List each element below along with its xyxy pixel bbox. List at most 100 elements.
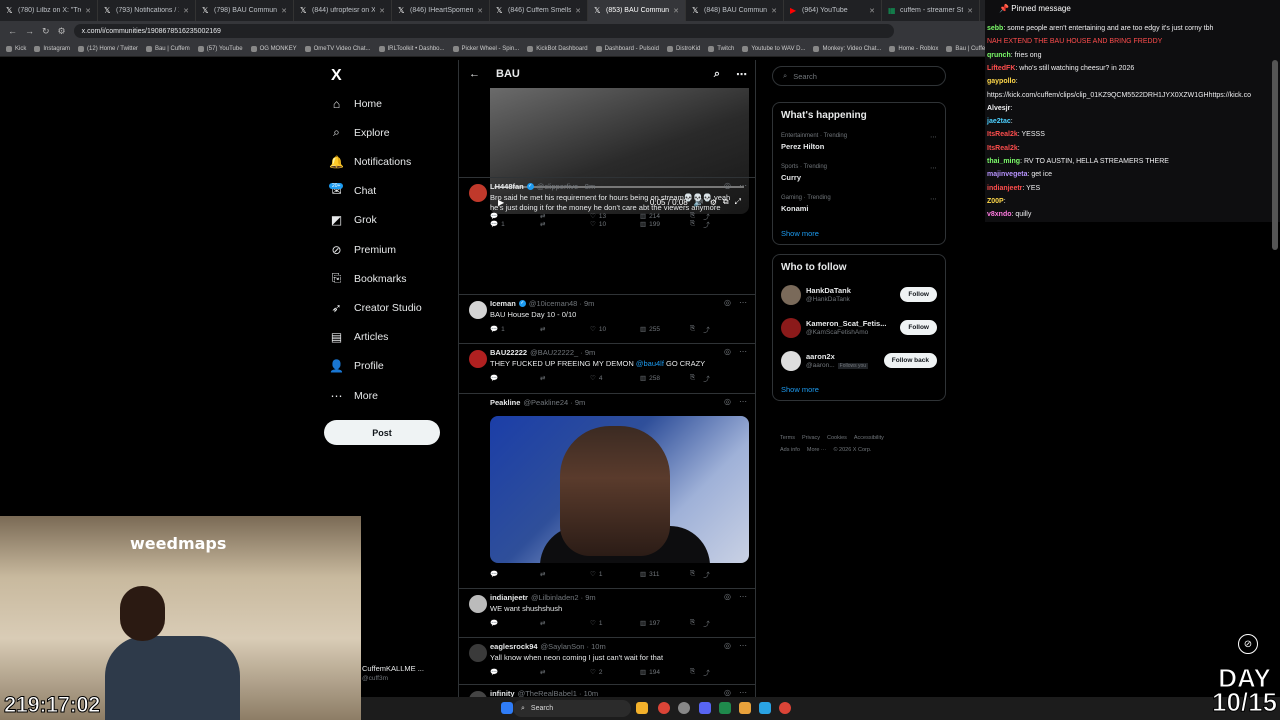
more-options-icon[interactable]: ⋯: [739, 592, 747, 601]
share-button[interactable]: ⤴: [703, 211, 710, 221]
x-logo[interactable]: X: [331, 67, 342, 85]
repost-button[interactable]: ⇄: [540, 619, 590, 627]
post-button[interactable]: Post: [324, 420, 440, 445]
author-name[interactable]: indianjeetr: [490, 593, 528, 602]
bookmark-item[interactable]: (12) Home / Twitter: [78, 45, 138, 52]
sidebar-item-profile[interactable]: 👤 Profile: [329, 359, 384, 373]
author-name[interactable]: eaglesrock94: [490, 642, 538, 651]
trend-more-icon[interactable]: ⋯: [930, 164, 937, 172]
close-tab-icon[interactable]: ✕: [379, 7, 385, 15]
follow-name[interactable]: HankDaTank: [806, 286, 851, 295]
more-options-icon[interactable]: ⋯: [739, 298, 747, 307]
trend-name[interactable]: Perez Hilton: [781, 142, 824, 151]
avatar[interactable]: [469, 350, 487, 368]
reply-button[interactable]: 💬: [490, 619, 540, 627]
sidebar-item-articles[interactable]: ▤ Articles: [330, 330, 389, 344]
close-tab-icon[interactable]: ✕: [477, 7, 483, 15]
avatar[interactable]: [781, 318, 801, 338]
grok-icon[interactable]: ◎: [724, 592, 731, 601]
tweet[interactable]: LH448fan ✓ @clipperfive · 8m ◎ ⋯ Bro said he …: [459, 177, 755, 294]
grok-icon[interactable]: ◎: [724, 298, 731, 307]
share-button[interactable]: ⤴: [703, 324, 710, 334]
chat-username[interactable]: ItsReal2k: [987, 131, 1018, 138]
bookmark-item[interactable]: KickBot Dashboard: [527, 45, 588, 52]
close-tab-icon[interactable]: ✕: [673, 7, 679, 15]
more-options-icon[interactable]: ⋯: [739, 397, 747, 406]
url-input[interactable]: x.com/i/communities/1908678516235002169: [73, 24, 894, 38]
mention-link[interactable]: @bau4lf: [636, 359, 664, 368]
grok-icon[interactable]: ◎: [724, 347, 731, 356]
trend-more-icon[interactable]: ⋯: [930, 133, 937, 141]
chrome-icon-2[interactable]: [779, 702, 791, 714]
views-button[interactable]: ▥ 258: [640, 374, 690, 383]
browser-tab[interactable]: ▶ (964) YouTube ✕: [784, 0, 882, 21]
chat-username[interactable]: gaypollo: [987, 78, 1016, 85]
browser-tab[interactable]: 𝕏 (798) BAU Community ✕: [196, 0, 294, 21]
folder-icon[interactable]: [739, 702, 751, 714]
chat-username[interactable]: LiftedFK: [987, 65, 1015, 72]
avatar[interactable]: [469, 595, 487, 613]
account-name[interactable]: CuffemKALLME ...: [362, 664, 424, 673]
like-button[interactable]: ♡ 10: [590, 325, 640, 334]
grok-icon[interactable]: ◎: [724, 397, 731, 406]
avatar[interactable]: [781, 351, 801, 371]
follow-button[interactable]: Follow: [900, 320, 937, 335]
views-button[interactable]: ▥ 214: [640, 212, 690, 221]
footer-link[interactable]: Cookies: [827, 435, 847, 441]
bookmark-button[interactable]: ⎘: [690, 374, 695, 382]
obs-icon[interactable]: [678, 702, 690, 714]
more-options-icon[interactable]: ⋯: [739, 181, 747, 190]
bookmark-item[interactable]: Bau | Cuffem: [145, 45, 190, 52]
repost-button[interactable]: ⇄: [540, 212, 590, 220]
follow-name[interactable]: aaron2x: [806, 352, 835, 361]
trend-name[interactable]: Curry: [781, 173, 801, 182]
reload-icon[interactable]: ↻: [42, 26, 50, 37]
bookmark-button[interactable]: ⎘: [690, 570, 695, 578]
bookmark-item[interactable]: Picker Wheel - Spin...: [452, 45, 519, 52]
sidebar-item-creator-studio[interactable]: ➶ Creator Studio: [330, 301, 421, 315]
footer-link[interactable]: Terms: [780, 435, 795, 441]
like-button[interactable]: ♡ 2: [590, 668, 640, 677]
avatar[interactable]: [469, 184, 487, 202]
browser-tab[interactable]: 𝕏 (846) Cuffem Smells Lil✕: [490, 0, 588, 21]
footer-link[interactable]: © 2026 X Corp.: [833, 447, 871, 453]
bookmark-item[interactable]: Home - Roblox: [889, 45, 938, 52]
bookmark-item[interactable]: Kick: [6, 45, 26, 52]
footer-link[interactable]: More ···: [807, 447, 827, 453]
chat-username[interactable]: thai_ming: [987, 158, 1020, 165]
follow-button[interactable]: Follow back: [883, 353, 937, 368]
bookmark-item[interactable]: Youtube to WAV D...: [742, 45, 805, 52]
share-button[interactable]: ⤴: [703, 373, 710, 383]
follow-button[interactable]: Follow: [900, 287, 937, 302]
repost-button[interactable]: ⇄: [540, 668, 590, 676]
back-icon[interactable]: ←: [8, 26, 17, 36]
bookmark-item[interactable]: Instagram: [34, 45, 70, 52]
tweet[interactable]: indianjeetr @Lilbinladen2 · 9m ◎ ⋯ WE want s…: [459, 588, 755, 637]
browser-tab[interactable]: 𝕏 (793) Notifications / X ✕: [98, 0, 196, 21]
avatar[interactable]: [469, 301, 487, 319]
reply-button[interactable]: 💬: [490, 570, 540, 578]
reply-button[interactable]: 💬: [490, 668, 540, 676]
chat-username[interactable]: Alvesjr: [987, 105, 1010, 112]
browser-tab[interactable]: ▦ cuffem - streamer Stat ✕: [882, 0, 980, 21]
grok-icon[interactable]: ◎: [724, 688, 731, 697]
share-button[interactable]: ⤴: [703, 569, 710, 579]
bookmark-button[interactable]: ⎘: [690, 325, 695, 333]
close-tab-icon[interactable]: ✕: [85, 7, 91, 15]
repost-button[interactable]: ⇄: [540, 374, 590, 382]
chrome-icon[interactable]: [658, 702, 670, 714]
repost-button[interactable]: ⇄: [540, 570, 590, 578]
start-icon[interactable]: [501, 702, 513, 714]
bookmark-item[interactable]: OmeTV Video Chat...: [304, 45, 371, 52]
close-tab-icon[interactable]: ✕: [967, 7, 973, 15]
chat-username[interactable]: qrunch: [987, 52, 1011, 59]
bookmark-item[interactable]: Bau | Cuffem: [946, 45, 985, 52]
author-name[interactable]: BAU22222: [490, 348, 527, 357]
like-button[interactable]: ♡ 13: [590, 212, 640, 221]
chat-username[interactable]: jae2tac: [987, 118, 1011, 125]
reply-button[interactable]: 💬: [490, 212, 540, 220]
bookmark-item[interactable]: Twitch: [708, 45, 734, 52]
vscode-icon[interactable]: [759, 702, 771, 714]
close-tab-icon[interactable]: ✕: [575, 7, 581, 15]
close-tab-icon[interactable]: ✕: [281, 7, 287, 15]
